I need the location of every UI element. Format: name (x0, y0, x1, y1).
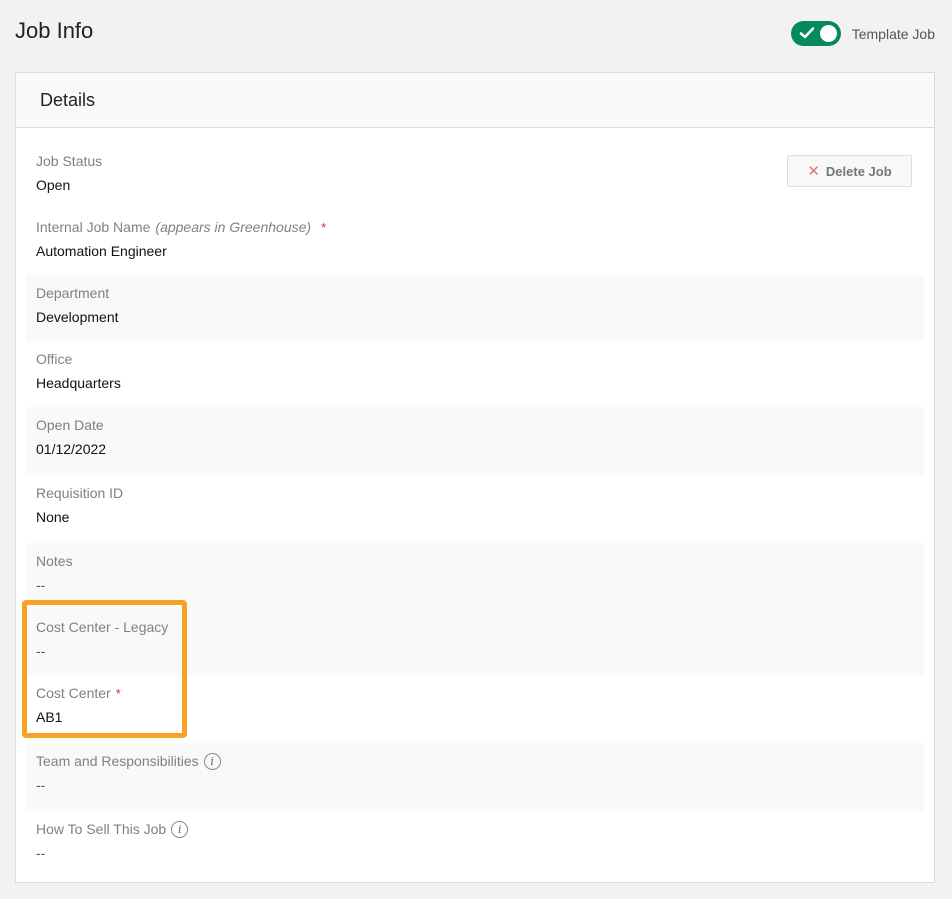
field-value: Headquarters (36, 375, 121, 391)
field-department: Department Development (26, 275, 924, 341)
field-label: Requisition ID (36, 485, 124, 501)
field-value: -- (36, 845, 46, 861)
field-label: Job Status (36, 153, 103, 169)
field-label: Cost Center - Legacy (36, 619, 169, 635)
required-marker: * (321, 219, 327, 235)
details-card: Details Job Status Open ✕ Delete Job Int… (15, 72, 935, 883)
field-label: Notes (36, 553, 73, 569)
field-office: Office Headquarters (26, 341, 924, 407)
field-label-text: Team and Responsibilities (36, 753, 199, 769)
field-label: Open Date (36, 417, 104, 433)
info-icon[interactable]: i (203, 752, 221, 770)
field-label-text: Internal Job Name (36, 219, 151, 235)
details-title: Details (40, 89, 96, 110)
field-notes: Notes -- (26, 543, 924, 609)
field-cost-center-legacy: Cost Center - Legacy -- (26, 609, 924, 675)
field-cost-center: Cost Center * AB1 (26, 675, 924, 743)
field-internal-job-name: Internal Job Name (appears in Greenhouse… (26, 209, 924, 275)
toggle-knob (819, 25, 837, 42)
field-value: Automation Engineer (36, 243, 167, 259)
field-label-text: Cost Center (36, 685, 111, 701)
field-team-responsibilities: Team and Responsibilities i -- (26, 743, 924, 811)
field-value: -- (36, 643, 46, 659)
field-open-date: Open Date 01/12/2022 (26, 407, 924, 475)
template-job-toggle[interactable] (790, 21, 841, 46)
field-value: -- (36, 777, 46, 793)
field-value: Development (36, 309, 119, 325)
required-marker: * (115, 685, 121, 701)
template-job-toggle-group: Template Job (790, 21, 935, 46)
field-value: 01/12/2022 (36, 441, 107, 457)
field-list: Job Status Open ✕ Delete Job Internal Jo… (26, 143, 924, 879)
page-title: Job Info (15, 18, 94, 43)
field-label: How To Sell This Job i (36, 819, 914, 839)
field-job-status: Job Status Open ✕ Delete Job (26, 143, 924, 209)
field-label: Internal Job Name (appears in Greenhouse… (36, 217, 914, 237)
field-label: Department (36, 285, 110, 301)
field-how-to-sell: How To Sell This Job i -- (26, 811, 924, 879)
field-value: AB1 (36, 709, 63, 725)
field-label: Cost Center * (36, 683, 914, 703)
delete-job-button[interactable]: ✕ Delete Job (787, 155, 912, 187)
delete-job-label: Delete Job (825, 163, 892, 179)
field-value: None (36, 509, 70, 525)
field-label: Team and Responsibilities i (36, 751, 914, 771)
field-value: Open (36, 177, 71, 193)
field-label: Office (36, 351, 73, 367)
field-label-note: (appears in Greenhouse) (155, 219, 312, 235)
checkmark-icon (799, 27, 815, 39)
details-card-header: Details (16, 73, 934, 128)
field-label-text: How To Sell This Job (36, 821, 167, 837)
field-value: -- (36, 577, 46, 593)
template-job-label: Template Job (851, 25, 935, 42)
field-requisition-id: Requisition ID None (26, 475, 924, 543)
info-icon[interactable]: i (171, 820, 189, 838)
close-icon: ✕ (807, 163, 820, 180)
